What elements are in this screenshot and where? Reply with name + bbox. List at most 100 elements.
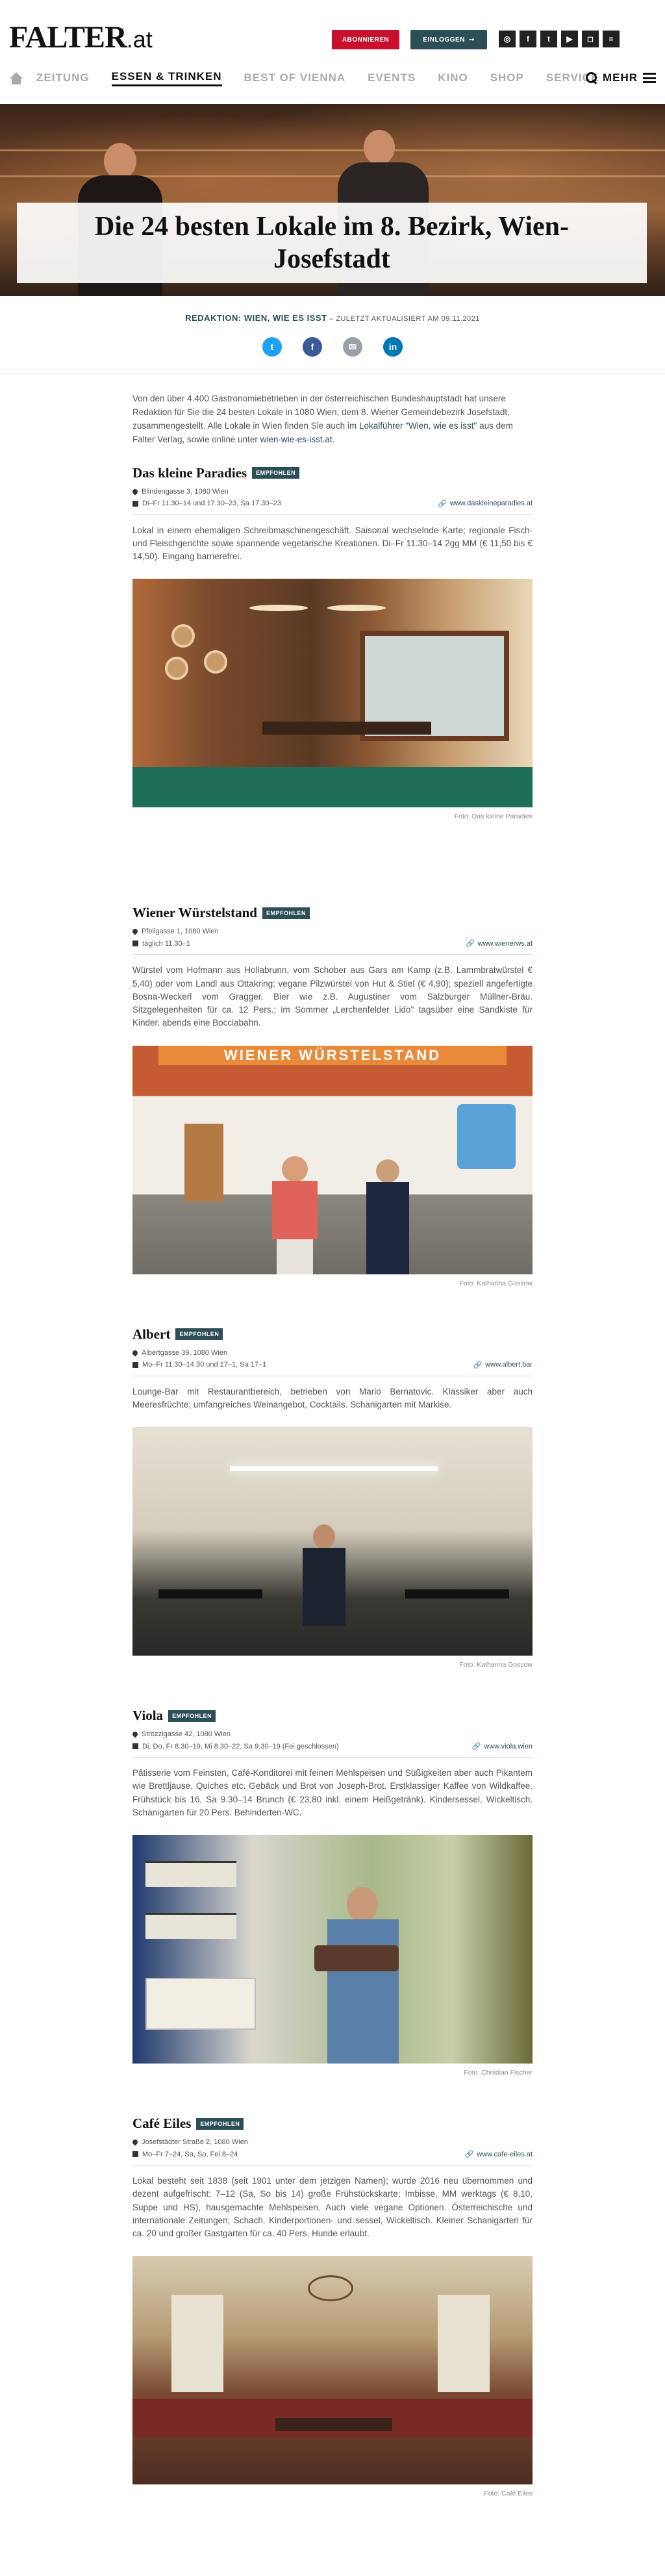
restaurant-description: Lokal besteht seit 1838 (seit 1901 unter… bbox=[132, 2176, 533, 2239]
link-icon: 🔗 bbox=[438, 499, 447, 508]
restaurant-name[interactable]: Viola bbox=[132, 1708, 163, 1724]
restaurant-description: Lokal in einem ehemaligen Schreibmaschin… bbox=[132, 525, 533, 562]
restaurant-name[interactable]: Albert bbox=[132, 1326, 170, 1343]
restaurant-entry: Albert EMPFOHLEN Albertgasse 39, 1080 Wi… bbox=[131, 1326, 533, 1669]
login-label: EINLOGGEN bbox=[423, 36, 465, 44]
recommended-badge: EMPFOHLEN bbox=[252, 467, 300, 479]
instagram-icon[interactable]: ◎ bbox=[499, 31, 516, 47]
opening-hours: Mo–Fr 11.30–14.30 und 17–1, Sa 17–1 bbox=[142, 1361, 267, 1369]
photo-caption: Foto: Katharina Gossow bbox=[459, 1661, 533, 1669]
byline-updated: – ZULETZT AKTUALISIERT AM 09.11.2021 bbox=[327, 315, 480, 323]
falter-logo[interactable]: FALTER.at bbox=[9, 22, 153, 53]
subscribe-button[interactable]: ABONNIEREN bbox=[332, 30, 399, 49]
clock-icon bbox=[132, 2151, 138, 2158]
rss-icon[interactable]: ≡ bbox=[603, 31, 620, 47]
main-nav: ZEITUNG ESSEN & TRINKEN BEST OF VIENNA E… bbox=[0, 60, 665, 97]
search-icon[interactable] bbox=[585, 72, 597, 84]
link-icon: 🔗 bbox=[465, 940, 475, 948]
home-icon[interactable] bbox=[9, 71, 23, 85]
email-share-icon[interactable]: ✉ bbox=[343, 337, 362, 357]
website-link[interactable]: www.cafe-eiles.at bbox=[477, 2151, 533, 2158]
nav-zeitung[interactable]: ZEITUNG bbox=[36, 71, 90, 86]
facebook-share-icon[interactable]: f bbox=[303, 337, 322, 357]
nav-essen-trinken[interactable]: ESSEN & TRINKEN bbox=[111, 70, 222, 86]
location-icon bbox=[131, 1730, 139, 1738]
link-icon: 🔗 bbox=[464, 2151, 474, 2159]
location-icon bbox=[131, 488, 139, 496]
restaurant-photo bbox=[132, 1835, 533, 2064]
nav-kino[interactable]: KINO bbox=[438, 71, 468, 86]
nav-shop[interactable]: SHOP bbox=[490, 71, 524, 86]
restaurant-name[interactable]: Wiener Würstelstand bbox=[132, 905, 257, 921]
restaurant-entry: Das kleine Paradies EMPFOHLEN Blindengas… bbox=[131, 465, 533, 821]
nav-best-of-vienna[interactable]: BEST OF VIENNA bbox=[244, 71, 346, 86]
more-menu-button[interactable]: MEHR bbox=[603, 71, 638, 84]
key-icon: ⊸ bbox=[468, 36, 475, 44]
nav-events[interactable]: EVENTS bbox=[368, 71, 416, 86]
restaurant-name[interactable]: Das kleine Paradies bbox=[132, 465, 247, 481]
byline: REDAKTION: WIEN, WIE ES ISST – ZULETZT A… bbox=[0, 313, 665, 323]
linkedin-share-icon[interactable]: in bbox=[383, 337, 403, 357]
instagram-alt-icon[interactable]: ◻ bbox=[582, 31, 599, 47]
website-link[interactable]: www.daskleineparadies.at bbox=[450, 499, 533, 507]
clock-icon bbox=[132, 1361, 138, 1368]
restaurant-address: Blindengasse 3, 1080 Wien bbox=[142, 487, 229, 496]
photo-caption: Foto: Katharina Gossow bbox=[459, 1279, 533, 1287]
opening-hours: Di–Fr 11.30–14 und 17.30–23, Sa 17.30–23 bbox=[142, 499, 281, 508]
restaurant-name[interactable]: Café Eiles bbox=[132, 2115, 191, 2132]
recommended-badge: EMPFOHLEN bbox=[196, 2117, 244, 2130]
photo-caption: Foto: Christian Fischer bbox=[464, 2069, 533, 2077]
divider bbox=[0, 373, 665, 374]
twitter-share-icon[interactable]: t bbox=[262, 337, 282, 357]
website-link[interactable]: www.wienerws.at bbox=[478, 940, 533, 948]
intro-link-guide[interactable]: Lokalführer "Wien, wie es isst" bbox=[359, 421, 477, 431]
clock-icon bbox=[132, 941, 138, 947]
restaurant-description: Würstel vom Hofmann aus Hollabrunn, vom … bbox=[132, 965, 533, 1028]
youtube-icon[interactable]: ▶ bbox=[561, 31, 578, 47]
stand-sign: WIENER WÜRSTELSTAND bbox=[158, 1045, 507, 1065]
hero-image: Die 24 besten Lokale im 8. Bezirk, Wien-… bbox=[0, 104, 665, 296]
byline-author[interactable]: REDAKTION: WIEN, WIE ES ISST bbox=[185, 313, 327, 323]
website-link[interactable]: www.albert.bar bbox=[485, 1361, 533, 1369]
opening-hours: Mo–Fr 7–24, Sa, So, Fei 8–24 bbox=[142, 2150, 238, 2158]
clock-icon bbox=[132, 500, 138, 507]
location-icon bbox=[131, 1349, 139, 1357]
link-icon: 🔗 bbox=[473, 1361, 483, 1369]
intro-end: . bbox=[332, 434, 335, 444]
article-content: Von den über 4.400 Gastronomiebetrieben … bbox=[131, 392, 533, 2498]
restaurant-address: Albertgasse 39, 1080 Wien bbox=[142, 1348, 228, 1357]
intro-text: Von den über 4.400 Gastronomiebetrieben … bbox=[132, 392, 533, 447]
restaurant-address: Josefstädter Straße 2, 1080 Wien bbox=[142, 2138, 248, 2147]
nav-tools: MEHR bbox=[585, 71, 656, 84]
share-bar: t f ✉ in bbox=[0, 337, 665, 357]
menu-icon[interactable] bbox=[643, 73, 656, 83]
recommended-badge: EMPFOHLEN bbox=[175, 1328, 223, 1341]
clock-icon bbox=[132, 1743, 138, 1750]
restaurant-photo: WIENER WÜRSTELSTAND bbox=[132, 1045, 533, 1274]
restaurant-entry: Café Eiles EMPFOHLEN Josefstädter Straße… bbox=[131, 2115, 533, 2498]
social-links: ◎ f t ▶ ◻ ≡ bbox=[499, 31, 620, 47]
recommended-badge: EMPFOHLEN bbox=[168, 1710, 216, 1722]
link-icon: 🔗 bbox=[471, 1743, 481, 1751]
restaurant-photo bbox=[132, 1427, 533, 1656]
location-icon bbox=[131, 928, 139, 936]
logo-suffix: .at bbox=[126, 26, 153, 53]
restaurant-description: Lounge-Bar mit Restaurantbereich, betrie… bbox=[132, 1386, 533, 1409]
location-icon bbox=[131, 2138, 139, 2146]
website-link[interactable]: www.viola.wien bbox=[484, 1743, 533, 1750]
restaurant-photo bbox=[132, 579, 533, 808]
restaurant-entry: Wiener Würstelstand EMPFOHLEN Pfeilgasse… bbox=[131, 905, 533, 1287]
photo-caption: Foto: Café Eiles bbox=[484, 2490, 533, 2498]
intro-link-site[interactable]: wien-wie-es-isst.at bbox=[260, 435, 332, 444]
restaurant-description: Pâtisserie vom Feinsten, Café-Konditorei… bbox=[132, 1768, 533, 1817]
login-button[interactable]: EINLOGGEN ⊸ bbox=[410, 30, 487, 49]
facebook-icon[interactable]: f bbox=[520, 31, 536, 47]
recommended-badge: EMPFOHLEN bbox=[262, 907, 310, 919]
twitter-icon[interactable]: t bbox=[540, 31, 557, 47]
site-header: FALTER.at ABONNIEREN EINLOGGEN ⊸ ◎ f t ▶… bbox=[0, 0, 665, 60]
page-title: Die 24 besten Lokale im 8. Bezirk, Wien-… bbox=[95, 211, 569, 274]
photo-caption: Foto: Das kleine Paradies bbox=[454, 813, 533, 821]
restaurant-address: Pfeilgasse 1, 1080 Wien bbox=[142, 928, 219, 936]
restaurant-entry: Viola EMPFOHLEN Strozzigasse 42, 1080 Wi… bbox=[131, 1708, 533, 2077]
hero-title-box: Die 24 besten Lokale im 8. Bezirk, Wien-… bbox=[17, 203, 647, 283]
